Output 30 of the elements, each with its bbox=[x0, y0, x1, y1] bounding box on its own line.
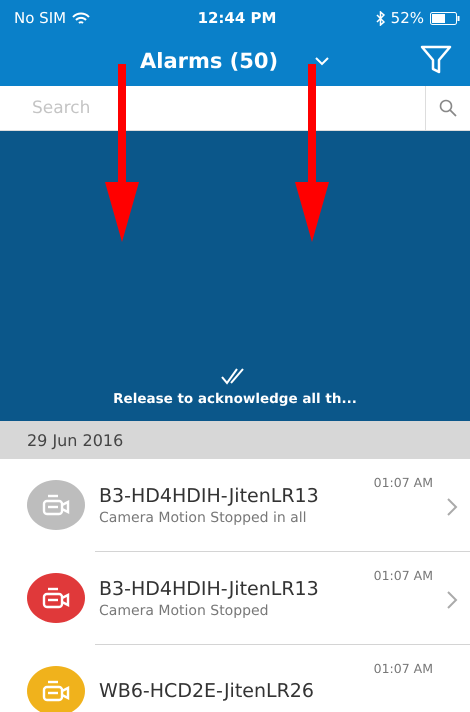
battery-percent: 52% bbox=[390, 9, 424, 27]
alarm-title: B3-HD4HDIH-JitenLR13 bbox=[99, 484, 319, 506]
alarm-title: B3-HD4HDIH-JitenLR13 bbox=[99, 578, 319, 600]
alarm-title: WB6-HCD2E-JitenLR26 bbox=[99, 680, 314, 702]
chevron-right-icon[interactable] bbox=[446, 590, 458, 610]
bluetooth-icon bbox=[376, 10, 385, 26]
video-camera-icon bbox=[41, 679, 71, 703]
alarm-row[interactable]: B3-HD4HDIH-JitenLR13 Camera Motion Stopped in all 01:07 AM bbox=[0, 459, 470, 551]
alarm-row[interactable]: WB6-HCD2E-JitenLR26 01:07 AM bbox=[0, 645, 470, 712]
chevron-down-icon[interactable] bbox=[314, 56, 330, 66]
screen-title[interactable]: Alarms (50) bbox=[140, 49, 278, 73]
down-arrow-icon bbox=[105, 64, 139, 242]
clock-time: 12:44 PM bbox=[198, 9, 276, 27]
chevron-right-icon[interactable] bbox=[446, 497, 458, 517]
alarm-row[interactable]: B3-HD4HDIH-JitenLR13 Camera Motion Stopped 01:07 AM bbox=[0, 552, 470, 644]
down-arrow-icon bbox=[295, 64, 329, 242]
search-icon[interactable] bbox=[439, 99, 457, 117]
alarm-time: 01:07 AM bbox=[374, 568, 433, 583]
alarm-description: Camera Motion Stopped in all bbox=[99, 510, 308, 526]
alarm-description: Camera Motion Stopped bbox=[99, 602, 270, 618]
filter-icon[interactable] bbox=[420, 45, 452, 75]
acknowledge-message: Release to acknowledge all th... bbox=[113, 391, 357, 407]
date-header: 29 Jun 2016 bbox=[27, 430, 124, 450]
alarm-time: 01:07 AM bbox=[374, 475, 433, 490]
alarm-time: 01:07 AM bbox=[374, 661, 433, 676]
wifi-icon bbox=[72, 12, 90, 24]
video-camera-icon bbox=[41, 586, 71, 610]
carrier-label: No SIM bbox=[14, 9, 66, 27]
battery-icon bbox=[430, 12, 460, 24]
video-camera-icon bbox=[41, 493, 71, 517]
